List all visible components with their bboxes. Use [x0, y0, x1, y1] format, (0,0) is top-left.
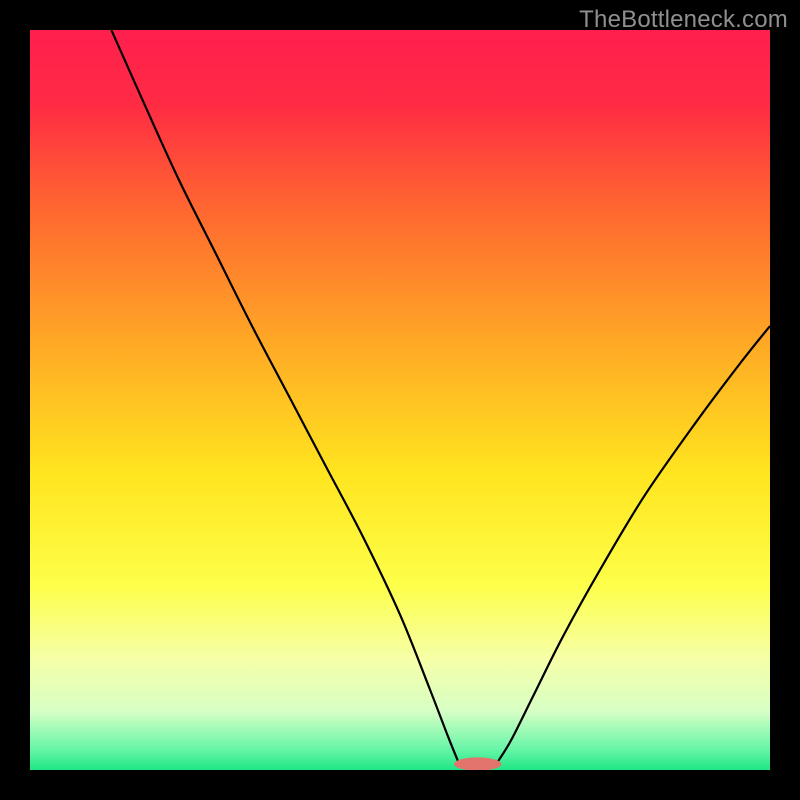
chart-background	[30, 30, 770, 770]
bottleneck-chart	[30, 30, 770, 770]
chart-frame	[30, 30, 770, 770]
